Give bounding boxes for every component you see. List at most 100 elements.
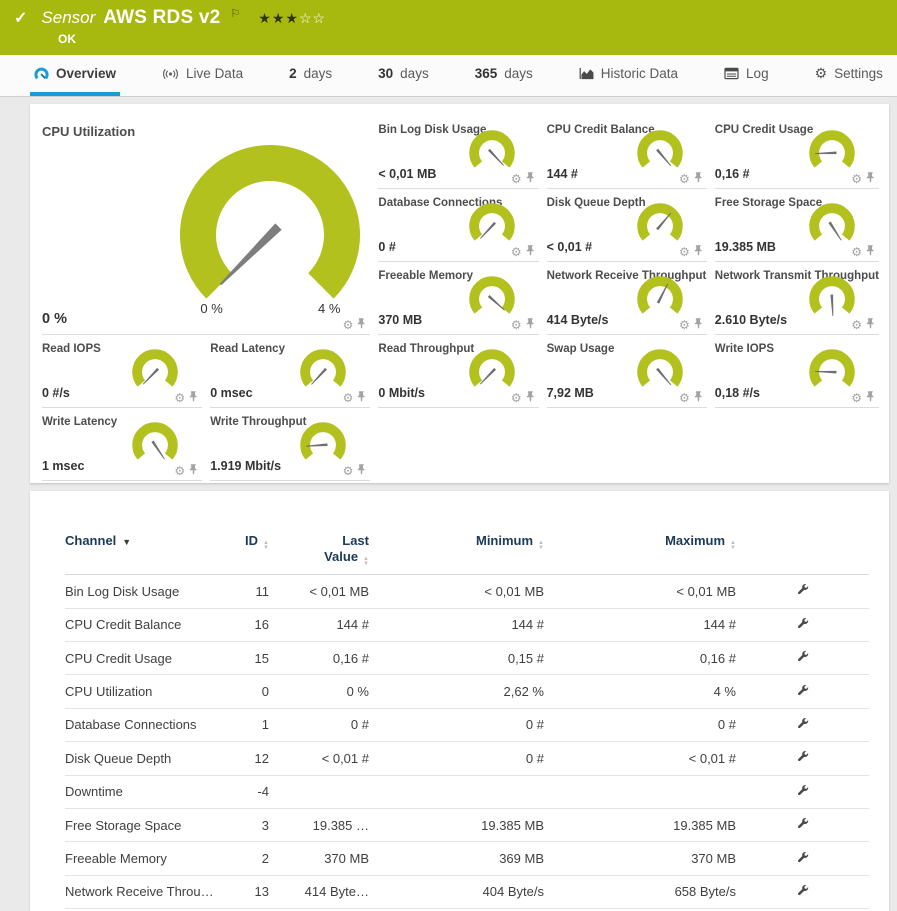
gauge-value: 0 % [42,311,67,327]
gear-icon[interactable]: ⚙ [174,465,185,477]
channel-name-cell: Database Connections [65,717,235,732]
gear-icon[interactable]: ⚙ [679,319,690,331]
tab-2-days[interactable]: 2 days [285,55,336,96]
column-header-last-value[interactable]: Last Value▲▼ [271,533,371,566]
column-header-minimum[interactable]: Minimum▲▼ [371,533,546,550]
minimum-cell: 19.385 MB [371,818,546,833]
gear-icon[interactable]: ⚙ [343,465,354,477]
channel-name-cell: Bin Log Disk Usage [65,584,235,599]
tab-live-data[interactable]: Live Data [158,55,247,96]
channel-settings-wrench-icon[interactable] [796,617,809,633]
gear-icon[interactable]: ⚙ [851,392,862,404]
table-row: Downtime -4 [65,776,869,809]
gear-icon[interactable]: ⚙ [851,246,862,258]
maximum-cell: 4 % [546,684,738,699]
broadcast-icon [162,68,179,80]
gear-icon[interactable]: ⚙ [174,392,185,404]
pin-icon[interactable] [694,245,703,258]
channel-settings-wrench-icon[interactable] [796,884,809,900]
column-header-channel[interactable]: Channel▼ [65,533,235,548]
last-value-cell: < 0,01 # [271,751,371,766]
pin-icon[interactable] [866,172,875,185]
table-row: CPU Credit Balance 16 144 # 144 # 144 # [65,609,869,642]
sort-desc-icon: ▼ [122,537,131,547]
pin-icon[interactable] [866,391,875,404]
tab-overview[interactable]: Overview [30,55,120,96]
gear-icon[interactable]: ⚙ [851,319,862,331]
flag-icon[interactable]: ⚐ [230,7,240,20]
tab-label: Historic Data [601,66,678,81]
channel-settings-wrench-icon[interactable] [796,650,809,666]
pin-icon[interactable] [866,245,875,258]
pin-icon[interactable] [694,172,703,185]
pin-icon[interactable] [694,391,703,404]
star-empty-icon[interactable]: ☆ [313,10,327,27]
gauge-value: 1 msec [42,459,84,473]
pin-icon[interactable] [526,172,535,185]
pin-icon[interactable] [189,464,198,477]
sensor-header: ✓ Sensor AWS RDS v2 ⚐ ★★★☆☆ OK [0,0,897,55]
channel-settings-wrench-icon[interactable] [796,784,809,800]
last-value-cell: 414 Byte… [271,884,371,899]
pin-icon[interactable] [866,318,875,331]
pin-icon[interactable] [357,318,366,331]
column-header-id[interactable]: ID▲▼ [235,533,271,550]
pin-icon[interactable] [357,391,366,404]
gear-icon[interactable]: ⚙ [511,173,522,185]
gauge-value: 2.610 Byte/s [715,313,787,327]
gear-icon[interactable]: ⚙ [679,173,690,185]
channel-settings-wrench-icon[interactable] [796,750,809,766]
gear-icon[interactable]: ⚙ [679,246,690,258]
channel-settings-wrench-icon[interactable] [796,851,809,867]
last-value-cell: 0 % [271,684,371,699]
gear-icon[interactable]: ⚙ [679,392,690,404]
tab-historic-data[interactable]: Historic Data [575,55,682,96]
channel-settings-wrench-icon[interactable] [796,717,809,733]
channel-settings-wrench-icon[interactable] [796,684,809,700]
minimum-cell: 0 # [371,717,546,732]
gauge-value: 0,16 # [715,167,750,181]
gear-icon[interactable]: ⚙ [511,392,522,404]
channel-table-body: Bin Log Disk Usage 11 < 0,01 MB < 0,01 M… [65,575,869,909]
pin-icon[interactable] [526,245,535,258]
star-filled-icon[interactable]: ★ [258,10,272,27]
gear-icon[interactable]: ⚙ [511,319,522,331]
tab-number: 30 [378,66,393,81]
pin-icon[interactable] [357,464,366,477]
gauge-value: 7,92 MB [547,386,594,400]
gear-icon[interactable]: ⚙ [343,319,354,331]
tab-label: Overview [56,66,116,81]
pin-icon[interactable] [526,391,535,404]
gauge-value: 144 # [547,167,578,181]
column-header-maximum[interactable]: Maximum▲▼ [546,533,738,550]
pin-icon[interactable] [189,391,198,404]
gauge-tile: Read Latency 0 msec ⚙ [210,335,370,408]
tab-365-days[interactable]: 365 days [471,55,537,96]
gauge-tile: Network Transmit Throughput 2.610 Byte/s… [715,262,879,335]
gauge-tile: Write Latency 1 msec ⚙ [42,408,202,481]
table-row: Network Receive Throu… 13 414 Byte… 404 … [65,876,869,909]
tab-settings[interactable]: ⚙ Settings [811,55,887,96]
star-filled-icon[interactable]: ★ [272,10,286,27]
pin-icon[interactable] [694,318,703,331]
channel-settings-wrench-icon[interactable] [796,817,809,833]
tab-30-days[interactable]: 30 days [374,55,433,96]
gauge-tile: Free Storage Space 19.385 MB ⚙ [715,189,879,262]
tab-log[interactable]: Log [720,55,773,96]
gauge-tile: Disk Queue Depth < 0,01 # ⚙ [547,189,707,262]
gauges-panel: CPU Utilization 0 % 4 % 0 % ⚙ B [30,104,889,483]
channel-name-cell: Disk Queue Depth [65,751,235,766]
gear-icon[interactable]: ⚙ [851,173,862,185]
pin-icon[interactable] [526,318,535,331]
channel-name-cell: Freeable Memory [65,851,235,866]
star-filled-icon[interactable]: ★ [285,10,299,27]
gear-icon[interactable]: ⚙ [511,246,522,258]
object-kind-label: Sensor [41,8,95,28]
last-value-cell: < 0,01 MB [271,584,371,599]
channel-settings-wrench-icon[interactable] [796,583,809,599]
gauge-value: < 0,01 # [547,240,593,254]
maximum-cell: 0 # [546,717,738,732]
star-empty-icon[interactable]: ☆ [299,10,313,27]
tab-label: Live Data [186,66,243,81]
gear-icon[interactable]: ⚙ [343,392,354,404]
